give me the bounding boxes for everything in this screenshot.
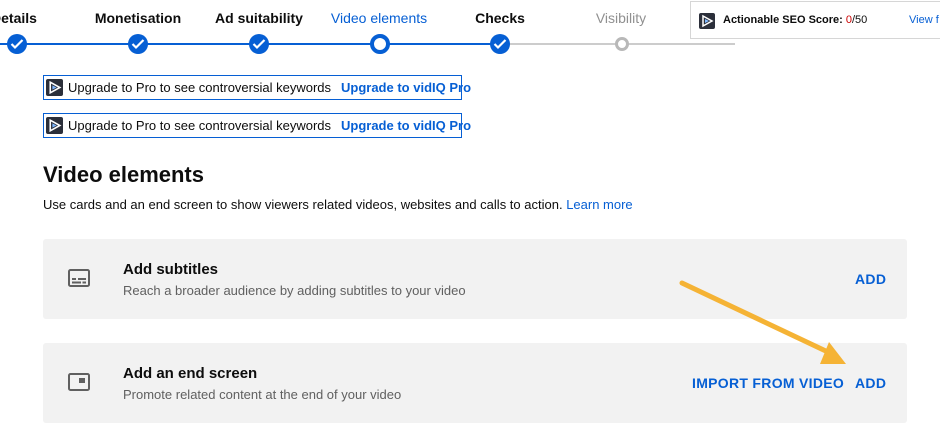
step-label-ad-suitability[interactable]: Ad suitability: [215, 10, 303, 26]
upgrade-vidiq-link[interactable]: Upgrade to vidIQ Pro: [341, 80, 471, 95]
upgrade-banner-text: Upgrade to Pro to see controversial keyw…: [68, 80, 332, 95]
vidiq-logo-icon: [699, 13, 715, 29]
step-check-icon[interactable]: [490, 34, 510, 54]
step-label-video-elements[interactable]: Video elements: [331, 10, 427, 26]
seo-score-text: Actionable SEO Score: 0/50: [723, 14, 867, 26]
upgrade-banner-text: Upgrade to Pro to see controversial keyw…: [68, 118, 332, 133]
end-screen-card-subtitle: Promote related content at the end of yo…: [123, 387, 402, 402]
page-title: Video elements: [43, 162, 204, 187]
add-subtitles-button[interactable]: ADD: [855, 271, 886, 287]
step-check-icon[interactable]: [128, 34, 148, 54]
subtitles-card-title: Add subtitles: [123, 261, 219, 278]
end-screen-card: Add an end screen Promote related conten…: [43, 343, 907, 423]
subtitles-card: Add subtitles Reach a broader audience b…: [43, 239, 907, 319]
upgrade-vidiq-link[interactable]: Upgrade to vidIQ Pro: [341, 118, 471, 133]
vidiq-logo-icon: [46, 79, 63, 96]
import-from-video-button[interactable]: IMPORT FROM VIDEO: [692, 375, 844, 391]
end-screen-icon: [68, 373, 90, 396]
end-screen-card-title: Add an end screen: [123, 365, 258, 382]
subtitles-icon: [68, 269, 90, 292]
step-label-monetisation[interactable]: Monetisation: [95, 10, 181, 26]
stepper-progress-line: [0, 43, 380, 45]
page-description: Use cards and an end screen to show view…: [43, 197, 633, 212]
seo-view-link[interactable]: View f: [909, 14, 939, 26]
seo-score-total: /50: [852, 14, 868, 26]
step-check-icon[interactable]: [7, 34, 27, 54]
add-end-screen-button[interactable]: ADD: [855, 375, 886, 391]
subtitles-card-subtitle: Reach a broader audience by adding subti…: [123, 283, 466, 298]
step-current-indicator[interactable]: [370, 34, 390, 54]
upgrade-banner: Upgrade to Pro to see controversial keyw…: [43, 113, 471, 138]
page-description-text: Use cards and an end screen to show view…: [43, 197, 563, 212]
upgrade-banner: Upgrade to Pro to see controversial keyw…: [43, 75, 471, 100]
step-label-visibility[interactable]: Visibility: [596, 10, 646, 26]
step-label-checks[interactable]: Checks: [475, 10, 525, 26]
seo-score-label: Actionable SEO Score:: [723, 14, 843, 26]
step-check-icon[interactable]: [249, 34, 269, 54]
vidiq-logo-icon: [46, 117, 63, 134]
step-pending-indicator[interactable]: [615, 37, 629, 51]
seo-score-panel: Actionable SEO Score: 0/50 View f: [690, 1, 940, 39]
learn-more-link[interactable]: Learn more: [566, 197, 632, 212]
stepper-line: [380, 43, 500, 45]
step-label-details[interactable]: Details: [0, 10, 37, 26]
